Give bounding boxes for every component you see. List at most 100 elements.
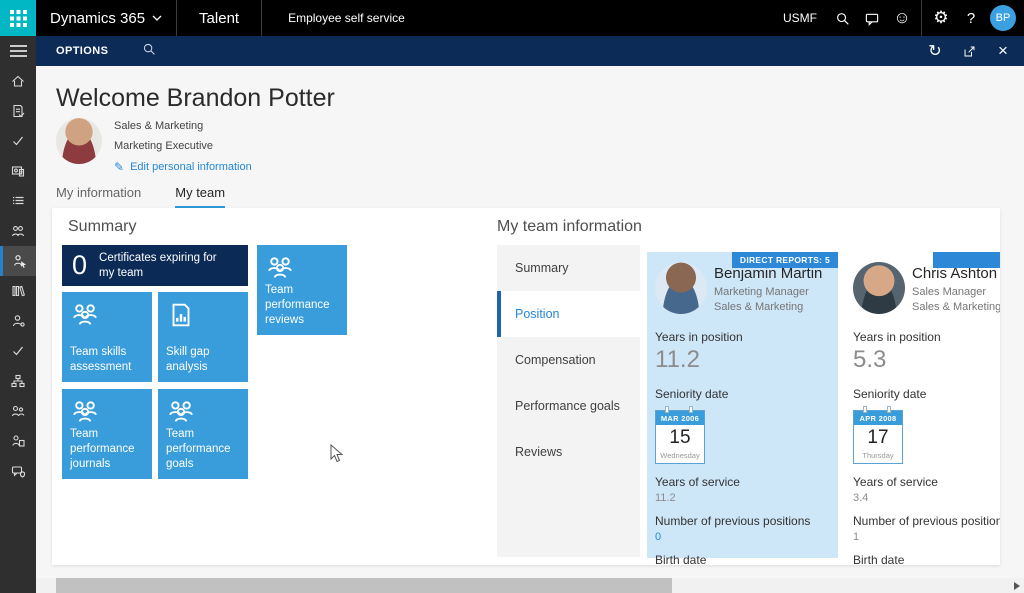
calendar-month: APR 2008	[854, 411, 902, 425]
direct-reports-badge: DIRECT REPORTS: 5	[732, 252, 838, 268]
module-name[interactable]: Talent	[177, 0, 261, 36]
calendar-ring	[665, 406, 669, 413]
field-label: Years in position	[853, 330, 1000, 344]
team-nav-performance-goals[interactable]: Performance goals	[497, 383, 640, 429]
horizontal-scrollbar[interactable]	[36, 578, 1024, 593]
smiley-icon[interactable]: ☺	[887, 0, 917, 36]
team-nav-position[interactable]: Position	[497, 291, 640, 337]
calendar-day: 15	[656, 425, 704, 451]
home-icon[interactable]	[0, 66, 36, 96]
employee-job: Marketing Manager	[714, 286, 822, 298]
hamburger-icon[interactable]	[0, 36, 36, 66]
years-in-position-value: 11.2	[655, 346, 830, 374]
calendar-weekday: Thursday	[854, 451, 902, 460]
close-icon[interactable]: ×	[988, 33, 1018, 69]
field-label: Years in position	[655, 330, 830, 344]
pencil-icon: ✎	[114, 160, 124, 174]
calendar-weekday: Wednesday	[656, 451, 704, 460]
employee-department: Sales & Marketing	[912, 301, 1000, 313]
field-label: Seniority date	[853, 387, 1000, 401]
field-label: Birth date	[853, 553, 1000, 565]
main-content: Welcome Brandon Potter Sales & Marketing…	[36, 66, 1024, 593]
seniority-date-calendar: APR 2008 17 Thursday	[853, 410, 903, 464]
previous-positions-link[interactable]: 0	[655, 531, 830, 543]
company-picker[interactable]: USMF	[783, 11, 817, 25]
employee-job: Sales Manager	[912, 286, 1000, 298]
direct-reports-badge	[933, 252, 1000, 268]
scrollbar-right-arrow-icon[interactable]	[1014, 582, 1020, 590]
years-of-service-value: 11.2	[655, 492, 830, 504]
options-button[interactable]: OPTIONS	[56, 45, 108, 57]
team-info-heading: My team information	[497, 218, 642, 236]
app-launcher-icon[interactable]	[0, 0, 36, 36]
profile-job-title: Marketing Executive	[114, 140, 252, 152]
team-info-nav: Summary Position Compensation Performanc…	[497, 245, 640, 557]
team-icon	[70, 300, 100, 335]
field-label: Number of previous positions	[655, 514, 830, 528]
left-sidebar	[0, 36, 36, 593]
employee-department: Sales & Marketing	[714, 301, 822, 313]
approvals-check-icon[interactable]	[0, 126, 36, 156]
field-label: Years of service	[853, 475, 1000, 489]
team-nav-compensation[interactable]: Compensation	[497, 337, 640, 383]
scrollbar-thumb[interactable]	[56, 578, 672, 593]
tasks-document-icon[interactable]	[0, 96, 36, 126]
skill-gap-analysis-tile[interactable]: Skill gap analysis	[158, 292, 248, 382]
tasks-check-icon[interactable]	[0, 336, 36, 366]
employee-photo	[853, 262, 905, 314]
calendar-ring	[689, 406, 693, 413]
team-skills-assessment-tile[interactable]: Team skills assessment	[62, 292, 152, 382]
command-toolbar: OPTIONS ↻ ×	[36, 36, 1024, 66]
details-list-icon[interactable]	[0, 186, 36, 216]
page-title: Welcome Brandon Potter	[56, 84, 335, 113]
profile-photo	[56, 118, 102, 164]
calendar-ring	[887, 406, 891, 413]
certificates-count: 0	[72, 250, 87, 281]
team-nav-reviews[interactable]: Reviews	[497, 429, 640, 475]
app-name-menu[interactable]: Dynamics 365	[50, 10, 162, 27]
edit-personal-information-link[interactable]: ✎ Edit personal information	[114, 160, 252, 174]
report-icon	[166, 300, 196, 335]
team-performance-reviews-tile[interactable]: Team performance reviews	[257, 245, 347, 335]
certificates-label: Certificates expiring for my team	[99, 251, 229, 280]
app-name: Dynamics 365	[50, 10, 145, 27]
field-label: Seniority date	[655, 387, 830, 401]
user-avatar[interactable]: BP	[990, 5, 1016, 31]
tab-my-information[interactable]: My information	[56, 185, 141, 209]
team-performance-goals-tile[interactable]: Team performance goals	[158, 389, 248, 479]
employee-self-service-icon[interactable]	[0, 246, 36, 276]
toolbar-search-icon[interactable]	[142, 42, 156, 61]
calendar-ring	[863, 406, 867, 413]
content-panel: Summary My team information 0 Certificat…	[52, 208, 1000, 565]
search-icon[interactable]	[827, 0, 857, 36]
my-team-icon[interactable]	[0, 216, 36, 246]
employee-photo	[655, 262, 707, 314]
courses-library-icon[interactable]	[0, 276, 36, 306]
team-nav-summary[interactable]: Summary	[497, 245, 640, 291]
employee-card-chris-ashton[interactable]: Chris Ashton Sales Manager Sales & Marke…	[845, 252, 1000, 558]
feedback-chat-icon[interactable]	[0, 456, 36, 486]
gear-icon[interactable]: ⚙	[926, 0, 956, 36]
calendar-day: 17	[854, 425, 902, 451]
certificates-expiring-tile[interactable]: 0 Certificates expiring for my team	[62, 245, 248, 286]
benefits-card-icon[interactable]	[0, 156, 36, 186]
profile-person-icon[interactable]	[0, 306, 36, 336]
message-icon[interactable]	[857, 0, 887, 36]
summary-heading: Summary	[68, 218, 136, 236]
employee-card-benjamin-martin[interactable]: DIRECT REPORTS: 5 Benjamin Martin Market…	[647, 252, 838, 558]
field-label: Years of service	[655, 475, 830, 489]
refresh-icon[interactable]: ↻	[920, 33, 950, 69]
org-chart-icon[interactable]	[0, 366, 36, 396]
help-icon[interactable]: ?	[956, 0, 986, 36]
profile-summary: Sales & Marketing Marketing Executive ✎ …	[56, 118, 252, 174]
top-navigation-bar: Dynamics 365 Talent Employee self servic…	[0, 0, 1024, 36]
years-in-position-value: 5.3	[853, 346, 1000, 374]
previous-positions-value: 1	[853, 531, 1000, 543]
directory-people-icon[interactable]	[0, 396, 36, 426]
calendar-month: MAR 2006	[656, 411, 704, 425]
page-tabs: My information My team	[56, 185, 225, 209]
popout-icon[interactable]	[954, 33, 984, 69]
team-performance-journals-tile[interactable]: Team performance journals	[62, 389, 152, 479]
tab-my-team[interactable]: My team	[175, 185, 225, 209]
person-card-icon[interactable]	[0, 426, 36, 456]
